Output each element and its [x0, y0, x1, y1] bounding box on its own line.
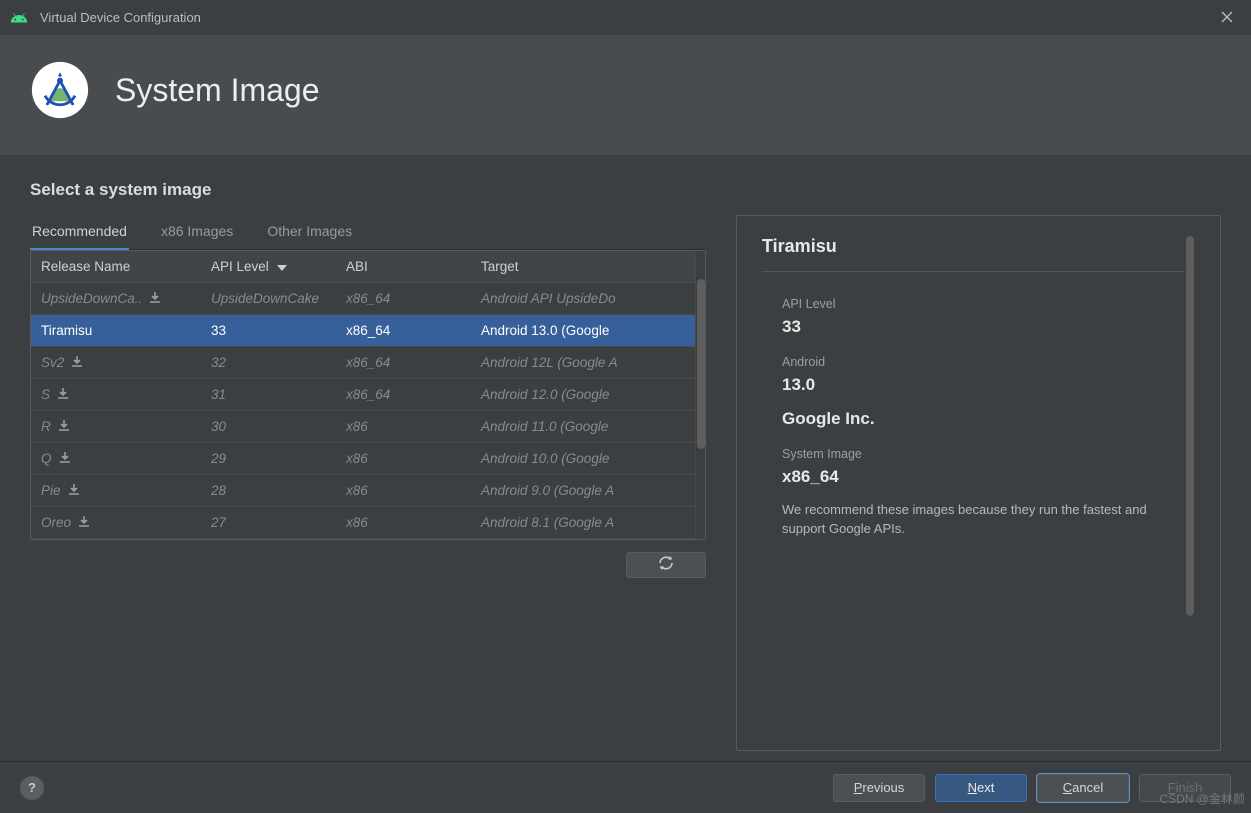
detail-pane: Tiramisu API Level 33 Android 13.0 Googl… [736, 215, 1221, 751]
tab-x86-images[interactable]: x86 Images [159, 215, 235, 249]
tabs: Recommended x86 Images Other Images [30, 215, 706, 250]
android-icon [10, 9, 28, 27]
cell-target: Android API UpsideDo [471, 283, 695, 315]
cell-release: Oreo [31, 507, 201, 539]
table-row[interactable]: Oreo27x86Android 8.1 (Google A [31, 507, 695, 539]
cell-api: 32 [201, 347, 336, 379]
cell-release: Q [31, 443, 201, 475]
android-studio-logo [30, 60, 90, 120]
detail-sysimage-value: x86_64 [782, 467, 1185, 487]
download-icon[interactable] [142, 291, 162, 306]
cell-api: 33 [201, 315, 336, 347]
detail-description: We recommend these images because they r… [782, 501, 1185, 539]
table-row[interactable]: Tiramisu33x86_64Android 13.0 (Google [31, 315, 695, 347]
cell-target: Android 11.0 (Google [471, 411, 695, 443]
cell-release: Tiramisu [31, 315, 201, 347]
download-icon[interactable] [50, 387, 70, 402]
page-title: System Image [115, 72, 320, 109]
previous-button[interactable]: Previous [833, 774, 925, 802]
tab-recommended[interactable]: Recommended [30, 215, 129, 249]
left-pane: Recommended x86 Images Other Images Rele… [30, 215, 706, 751]
cell-api: 30 [201, 411, 336, 443]
cell-abi: x86 [336, 443, 471, 475]
cell-api: 27 [201, 507, 336, 539]
cell-api: UpsideDownCake [201, 283, 336, 315]
download-icon[interactable] [51, 419, 71, 434]
cell-target: Android 8.1 (Google A [471, 507, 695, 539]
titlebar: Virtual Device Configuration [0, 0, 1251, 35]
help-button[interactable]: ? [20, 776, 44, 800]
download-icon[interactable] [64, 355, 84, 370]
table-header-row: Release Name API Level ABI Target [31, 251, 695, 283]
cell-target: Android 9.0 (Google A [471, 475, 695, 507]
window: Virtual Device Configuration System Imag… [0, 0, 1251, 813]
detail-company: Google Inc. [782, 409, 1185, 429]
cell-target: Android 12L (Google A [471, 347, 695, 379]
cell-api: 29 [201, 443, 336, 475]
cell-release: Pie [31, 475, 201, 507]
cell-release: R [31, 411, 201, 443]
refresh-button[interactable] [626, 552, 706, 578]
table-row[interactable]: Q29x86Android 10.0 (Google [31, 443, 695, 475]
scrollbar-thumb[interactable] [697, 279, 705, 449]
cell-target: Android 10.0 (Google [471, 443, 695, 475]
table-row[interactable]: Sv232x86_64Android 12L (Google A [31, 347, 695, 379]
col-target[interactable]: Target [471, 251, 695, 283]
cell-abi: x86 [336, 507, 471, 539]
detail-title: Tiramisu [762, 236, 1185, 272]
cell-api: 31 [201, 379, 336, 411]
table-row[interactable]: S31x86_64Android 12.0 (Google [31, 379, 695, 411]
refresh-icon [658, 556, 674, 575]
detail-scrollbar[interactable] [1185, 236, 1195, 730]
table-row[interactable]: Pie28x86Android 9.0 (Google A [31, 475, 695, 507]
table-row[interactable]: R30x86Android 11.0 (Google [31, 411, 695, 443]
cell-target: Android 13.0 (Google [471, 315, 695, 347]
footer: ? Previous Next Cancel Finish [0, 761, 1251, 813]
cell-target: Android 12.0 (Google [471, 379, 695, 411]
download-icon[interactable] [61, 483, 81, 498]
cell-abi: x86_64 [336, 379, 471, 411]
detail-scrollbar-thumb[interactable] [1186, 236, 1194, 616]
close-button[interactable] [1213, 6, 1241, 30]
system-image-table: Release Name API Level ABI Target Upside… [30, 250, 706, 540]
cell-abi: x86_64 [336, 283, 471, 315]
cell-release: S [31, 379, 201, 411]
cell-api: 28 [201, 475, 336, 507]
cell-abi: x86_64 [336, 315, 471, 347]
detail-sysimage-label: System Image [782, 447, 1185, 461]
content: Select a system image Recommended x86 Im… [0, 155, 1251, 761]
next-button[interactable]: Next [935, 774, 1027, 802]
table-scrollbar[interactable] [695, 251, 705, 539]
table-row[interactable]: UpsideDownCa..UpsideDownCakex86_64Androi… [31, 283, 695, 315]
detail-android-value: 13.0 [782, 375, 1185, 395]
cell-abi: x86 [336, 411, 471, 443]
col-api-level[interactable]: API Level [201, 251, 336, 283]
download-icon[interactable] [52, 451, 72, 466]
cell-abi: x86 [336, 475, 471, 507]
detail-android-label: Android [782, 355, 1185, 369]
watermark: CSDN @金林颜 [1159, 790, 1245, 807]
download-icon[interactable] [71, 515, 91, 530]
col-abi[interactable]: ABI [336, 251, 471, 283]
header-band: System Image [0, 35, 1251, 155]
tab-other-images[interactable]: Other Images [265, 215, 354, 249]
detail-api-value: 33 [782, 317, 1185, 337]
col-release-name[interactable]: Release Name [31, 251, 201, 283]
cell-abi: x86_64 [336, 347, 471, 379]
cancel-button[interactable]: Cancel [1037, 774, 1129, 802]
section-subtitle: Select a system image [30, 180, 1221, 200]
detail-api-label: API Level [782, 297, 1185, 311]
window-title: Virtual Device Configuration [40, 10, 201, 25]
sort-desc-icon [273, 259, 287, 274]
cell-release: Sv2 [31, 347, 201, 379]
cell-release: UpsideDownCa.. [31, 283, 201, 315]
